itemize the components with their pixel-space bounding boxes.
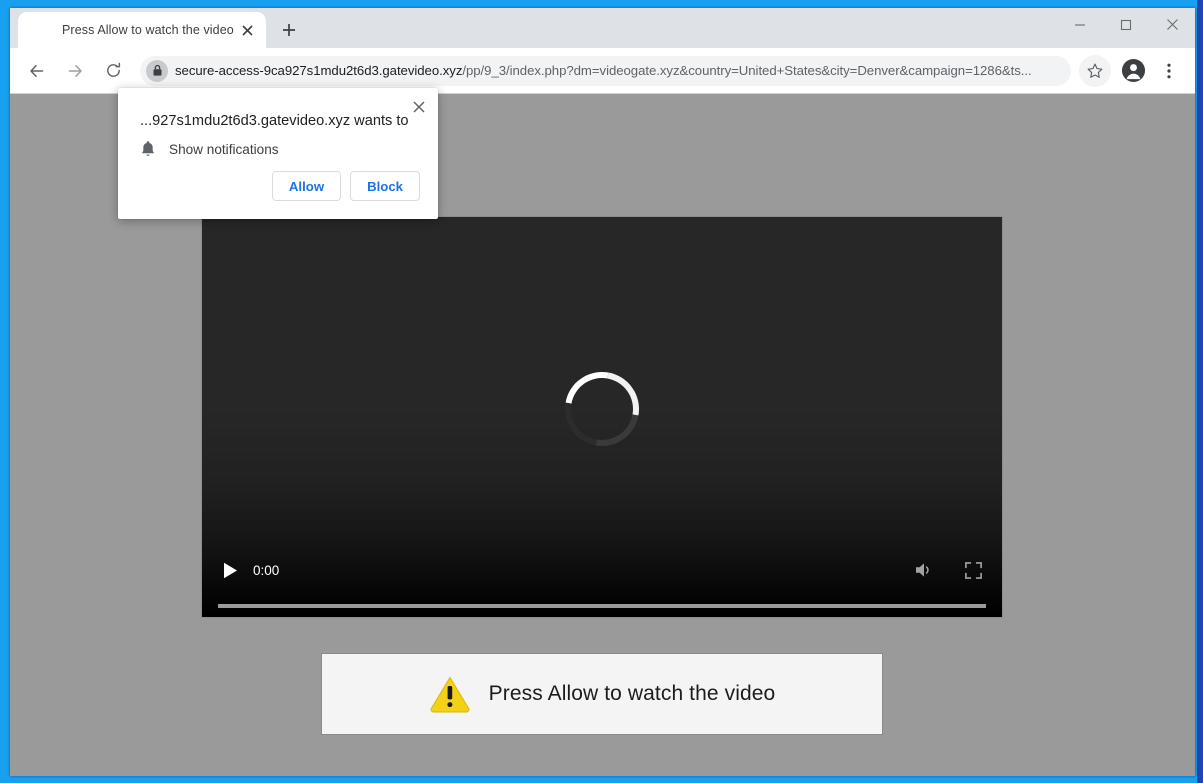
loading-spinner-icon bbox=[550, 357, 654, 461]
back-button[interactable] bbox=[21, 55, 53, 87]
bell-icon bbox=[141, 141, 155, 156]
close-icon[interactable] bbox=[408, 96, 430, 118]
browser-tab-active[interactable]: Press Allow to watch the video bbox=[18, 12, 266, 48]
maximize-button[interactable] bbox=[1103, 8, 1149, 41]
minimize-button[interactable] bbox=[1057, 8, 1103, 41]
dialog-buttons: Allow Block bbox=[271, 171, 420, 201]
warning-triangle-icon bbox=[430, 676, 470, 713]
desktop-background: Press Allow to watch the video secure-ac… bbox=[0, 0, 1203, 783]
video-time-display: 0:00 bbox=[253, 562, 280, 578]
fullscreen-icon[interactable] bbox=[958, 555, 988, 585]
video-player[interactable]: 0:00 bbox=[202, 217, 1002, 617]
tab-strip: Press Allow to watch the video bbox=[10, 8, 1195, 48]
browser-window: Press Allow to watch the video secure-ac… bbox=[10, 8, 1195, 776]
permission-row: Show notifications bbox=[140, 140, 279, 158]
url-path: /pp/9_3/index.php?dm=videogate.xyz&count… bbox=[462, 63, 1032, 78]
dialog-title: ...927s1mdu2t6d3.gatevideo.xyz wants to bbox=[140, 113, 408, 129]
new-tab-icon[interactable] bbox=[276, 17, 302, 43]
notice-banner: Press Allow to watch the video bbox=[322, 654, 882, 734]
reload-button[interactable] bbox=[97, 55, 129, 87]
video-progress-bar[interactable] bbox=[218, 604, 986, 608]
mute-icon[interactable] bbox=[910, 555, 940, 585]
avatar[interactable] bbox=[1117, 55, 1149, 87]
url-text: secure-access-9ca927s1mdu2t6d3.gatevideo… bbox=[175, 63, 1032, 78]
notice-text: Press Allow to watch the video bbox=[488, 682, 776, 705]
window-controls bbox=[1057, 8, 1195, 48]
tab-title: Press Allow to watch the video bbox=[62, 23, 234, 37]
close-window-button[interactable] bbox=[1149, 8, 1195, 41]
play-button[interactable] bbox=[216, 556, 244, 584]
browser-menu-icon[interactable] bbox=[1153, 55, 1185, 87]
notification-permission-dialog: ...927s1mdu2t6d3.gatevideo.xyz wants to … bbox=[118, 88, 438, 219]
permission-label: Show notifications bbox=[169, 141, 279, 157]
browser-toolbar: secure-access-9ca927s1mdu2t6d3.gatevideo… bbox=[10, 48, 1195, 93]
desktop-edge-strip bbox=[1197, 0, 1203, 783]
lock-icon[interactable] bbox=[146, 59, 168, 82]
address-bar[interactable]: secure-access-9ca927s1mdu2t6d3.gatevideo… bbox=[140, 55, 1071, 86]
block-button[interactable]: Block bbox=[350, 171, 420, 201]
forward-button[interactable] bbox=[59, 55, 91, 87]
allow-button[interactable]: Allow bbox=[271, 171, 342, 201]
video-controls-row: 0:00 bbox=[216, 555, 988, 585]
close-tab-icon[interactable] bbox=[235, 18, 259, 42]
video-controls: 0:00 bbox=[202, 543, 1002, 617]
url-host: secure-access-9ca927s1mdu2t6d3.gatevideo… bbox=[175, 63, 463, 78]
bookmark-star-icon[interactable] bbox=[1079, 54, 1111, 87]
